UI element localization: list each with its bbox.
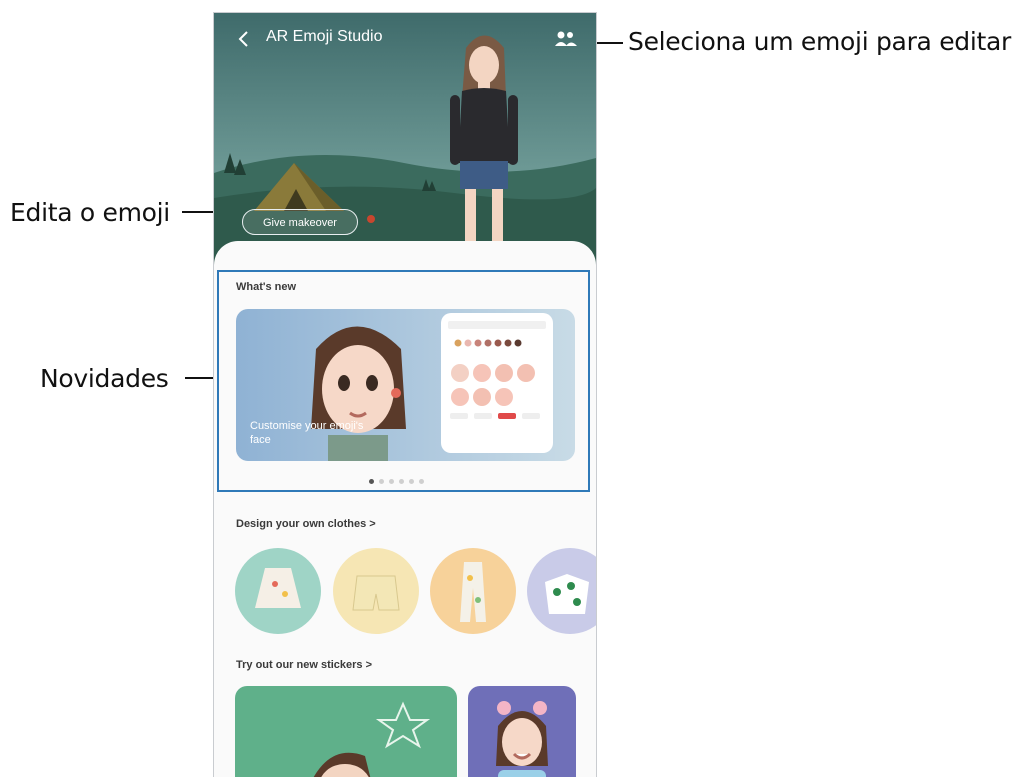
clothes-section-title[interactable]: Design your own clothes > (236, 518, 376, 530)
people-icon (555, 31, 577, 46)
clothes-item-jacket[interactable] (235, 548, 321, 634)
whats-new-highlight (217, 270, 590, 492)
clothes-item-shorts[interactable] (333, 548, 419, 634)
callout-edit-emoji: Edita o emoji (10, 198, 170, 227)
give-makeover-button[interactable]: Give makeover (242, 209, 358, 235)
callout-select-emoji: Seleciona um emoji para editar (628, 27, 1012, 56)
chevron-left-icon (238, 31, 248, 47)
sticker-card-large[interactable] (235, 686, 457, 777)
leader-whats-new (185, 377, 213, 379)
select-emoji-button[interactable] (554, 29, 578, 49)
back-button[interactable] (232, 27, 256, 51)
stickers-section-title[interactable]: Try out our new stickers > (236, 659, 372, 671)
app-title: AR Emoji Studio (266, 28, 383, 45)
clothes-item-pants[interactable] (430, 548, 516, 634)
callout-whats-new: Novidades (40, 364, 169, 393)
sticker-card-small[interactable] (468, 686, 576, 777)
phone-screen: AR Emoji Studio Give makeover What's new (213, 12, 597, 777)
